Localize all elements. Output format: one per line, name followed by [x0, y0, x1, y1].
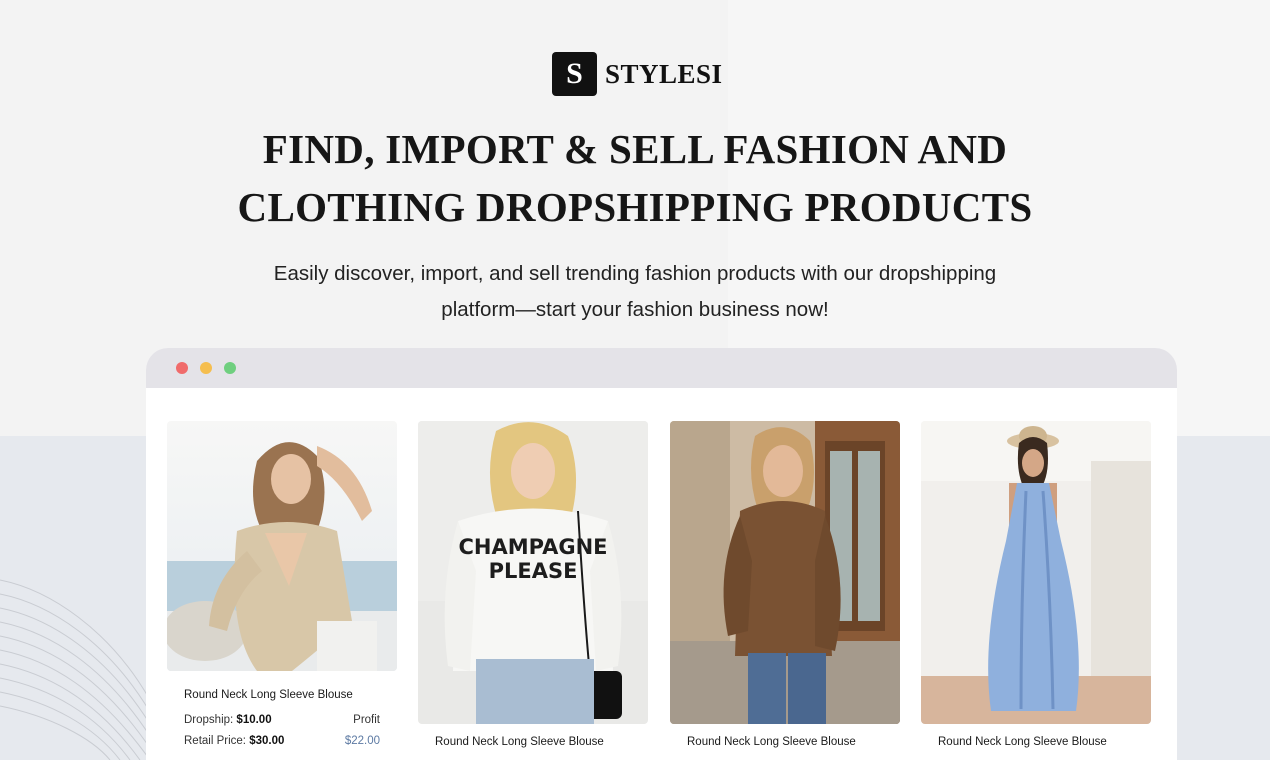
retail-row: Retail Price: $30.00 $22.00: [184, 735, 380, 747]
woman-beige-blouse-image: [167, 421, 397, 671]
headline-line-2: CLOTHING DROPSHIPPING PRODUCTS: [237, 184, 1033, 230]
dropship-row: Dropship: $10.00 Profit: [184, 714, 380, 726]
product-image[interactable]: [921, 421, 1151, 724]
product-title[interactable]: Round Neck Long Sleeve Blouse: [184, 689, 380, 701]
product-image[interactable]: [167, 421, 397, 671]
retail-label: Retail Price:: [184, 735, 246, 747]
sweater-print-line-1: CHAMPAGNE: [458, 535, 607, 559]
dropship-price: $10.00: [236, 714, 272, 726]
window-titlebar: [146, 348, 1177, 388]
product-card[interactable]: Round Neck Long Sleeve Blouse: [921, 421, 1151, 748]
retail-price: $30.00: [249, 735, 285, 747]
logo-text: STYLESI: [605, 58, 723, 89]
close-dot-icon: [176, 362, 188, 374]
product-title[interactable]: Round Neck Long Sleeve Blouse: [687, 736, 883, 748]
product-card[interactable]: CHAMPAGNE PLEASE Round Neck Long Sleeve …: [418, 421, 648, 748]
woman-brown-sweater-image: [670, 421, 900, 724]
brand-logo[interactable]: S STYLESI: [552, 52, 723, 96]
product-card[interactable]: Round Neck Long Sleeve Blouse: [670, 421, 900, 748]
profit-label: Profit: [353, 714, 380, 726]
minimize-dot-icon: [200, 362, 212, 374]
dropship-label: Dropship:: [184, 714, 234, 726]
logo-mark: S: [552, 52, 597, 96]
sweater-print-line-2: PLEASE: [489, 559, 578, 583]
headline-line-1: FIND, IMPORT & SELL FASHION AND: [262, 126, 1008, 172]
hero-subline: Easily discover, import, and sell trendi…: [0, 256, 1270, 328]
maximize-dot-icon: [224, 362, 236, 374]
browser-window-mockup: Round Neck Long Sleeve Blouse Dropship: …: [146, 348, 1177, 760]
product-image[interactable]: CHAMPAGNE PLEASE: [418, 421, 648, 724]
product-card[interactable]: Round Neck Long Sleeve Blouse Dropship: …: [167, 421, 397, 747]
product-title[interactable]: Round Neck Long Sleeve Blouse: [435, 736, 631, 748]
hero-headline: FIND, IMPORT & SELL FASHION AND CLOTHING…: [0, 120, 1270, 236]
subline-line-1: Easily discover, import, and sell trendi…: [273, 262, 997, 285]
woman-blue-maxi-dress-image: [921, 421, 1151, 724]
product-image[interactable]: [670, 421, 900, 724]
decorative-curves: [0, 579, 150, 760]
product-title[interactable]: Round Neck Long Sleeve Blouse: [938, 736, 1134, 748]
profit-value: $22.00: [344, 735, 380, 747]
woman-champagne-sweater-image: CHAMPAGNE PLEASE: [418, 421, 648, 724]
subline-line-2: platform—start your fashion business now…: [441, 298, 829, 321]
